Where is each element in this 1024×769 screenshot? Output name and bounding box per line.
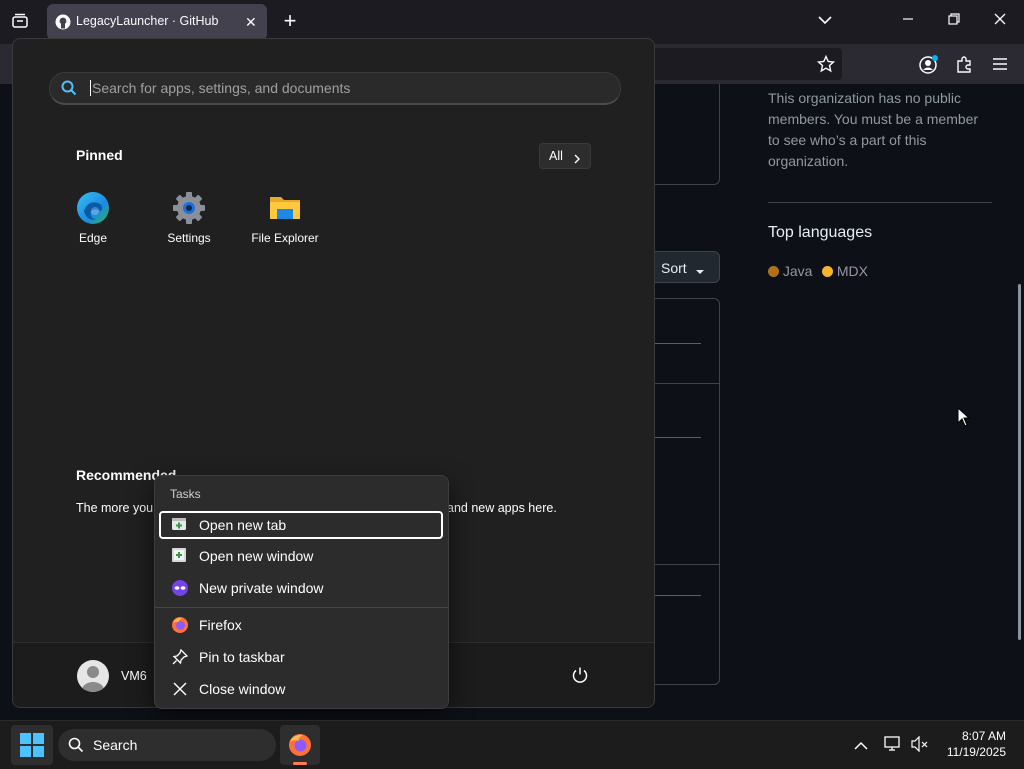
menu-item-label: Close window <box>199 681 286 697</box>
pinned-app-label: File Explorer <box>251 231 319 245</box>
account-icon[interactable] <box>919 55 939 80</box>
clock-time[interactable]: 8:07 AM <box>950 729 1006 743</box>
new-window-icon <box>171 547 189 565</box>
chevron-down-icon[interactable] <box>815 12 835 29</box>
activity-sparkline <box>653 343 701 344</box>
menu-separator <box>155 607 448 608</box>
menu-item-pin-to-taskbar[interactable]: Pin to taskbar <box>159 643 443 671</box>
firefox-icon <box>171 616 189 634</box>
network-icon[interactable] <box>884 736 902 757</box>
menu-item-label: Open new tab <box>199 517 287 533</box>
language-dot-java <box>768 266 779 277</box>
windows-logo-icon <box>20 733 44 762</box>
caret-down-icon <box>695 263 705 281</box>
menu-item-firefox[interactable]: Firefox <box>159 611 443 639</box>
settings-gear-icon <box>172 191 206 225</box>
taskbar-firefox-button[interactable] <box>280 725 320 765</box>
tab-list-icon[interactable] <box>10 12 30 32</box>
pinned-heading: Pinned <box>76 147 123 163</box>
language-dot-mdx <box>822 266 833 277</box>
activity-sparkline <box>653 595 701 596</box>
power-icon[interactable] <box>571 666 589 689</box>
menu-hamburger-icon[interactable] <box>992 57 1008 76</box>
search-icon <box>68 737 84 758</box>
new-tab-icon <box>171 516 189 534</box>
chevron-right-icon <box>573 151 581 169</box>
folder-icon <box>268 191 302 225</box>
language-label-java: Java <box>782 263 813 279</box>
pinned-app-edge[interactable]: Edge <box>48 191 138 245</box>
pin-icon <box>171 648 189 666</box>
tasks-section-label: Tasks <box>170 487 201 501</box>
menu-item-open-new-window[interactable]: Open new window <box>159 542 443 570</box>
user-avatar[interactable] <box>77 660 109 692</box>
extensions-icon[interactable] <box>955 55 973 78</box>
sidebar-divider <box>768 202 992 203</box>
menu-item-close-window[interactable]: Close window <box>159 675 443 703</box>
close-window-button[interactable] <box>990 12 1010 29</box>
all-apps-button[interactable]: All <box>539 143 591 169</box>
recommended-text-left: The more you <box>76 501 154 515</box>
pinned-app-label: Edge <box>78 231 108 245</box>
taskbar-search[interactable]: Search <box>58 729 276 761</box>
user-name[interactable]: VM6 <box>121 669 147 683</box>
page-scrollbar[interactable] <box>1018 284 1021 640</box>
close-icon <box>171 680 189 698</box>
github-favicon-icon <box>55 14 71 35</box>
volume-muted-icon[interactable] <box>911 735 929 757</box>
menu-item-label: Open new window <box>199 548 314 564</box>
top-languages-heading: Top languages <box>768 224 873 241</box>
edge-icon <box>76 191 110 225</box>
menu-item-label: Firefox <box>199 617 242 633</box>
pinned-app-label: Settings <box>167 231 211 245</box>
windows-start-button[interactable] <box>11 725 53 765</box>
search-placeholder: Search for apps, settings, and documents <box>92 80 351 96</box>
menu-item-label: Pin to taskbar <box>199 649 285 665</box>
restore-button[interactable] <box>944 12 964 29</box>
start-search-input[interactable]: Search for apps, settings, and documents <box>49 72 621 105</box>
minimize-button[interactable] <box>898 12 918 29</box>
pinned-app-settings[interactable]: Settings <box>144 191 234 245</box>
members-info-text: This organization has no public members.… <box>768 90 979 169</box>
close-tab-icon[interactable]: ✕ <box>245 14 257 31</box>
pinned-app-file-explorer[interactable]: File Explorer <box>240 191 330 245</box>
language-label-mdx: MDX <box>836 263 869 279</box>
language-java[interactable]: Java <box>768 263 812 279</box>
taskbar-jump-list: Tasks Open new tab Open new window New p… <box>154 475 449 709</box>
search-icon <box>61 80 77 101</box>
tab-title: LegacyLauncher · GitHub <box>76 14 219 28</box>
activity-sparkline <box>653 437 701 438</box>
taskbar-search-label: Search <box>93 737 138 753</box>
sort-label: Sort <box>661 260 687 276</box>
active-app-indicator <box>293 762 307 765</box>
bookmark-star-icon[interactable] <box>816 54 836 78</box>
clock-date[interactable]: 11/19/2025 <box>936 745 1006 759</box>
text-caret <box>90 80 91 96</box>
firefox-icon <box>288 733 312 762</box>
chevron-up-icon[interactable] <box>854 738 868 756</box>
recommended-text-right: and new apps here. <box>447 501 557 515</box>
taskbar: Search 8:07 AM 11/19/2025 <box>0 720 1024 769</box>
menu-item-new-private-window[interactable]: New private window <box>159 574 443 602</box>
menu-item-open-new-tab[interactable]: Open new tab <box>159 511 443 539</box>
all-apps-label: All <box>549 149 563 163</box>
new-tab-button[interactable]: + <box>280 9 300 33</box>
mouse-cursor-icon <box>957 406 971 432</box>
language-mdx[interactable]: MDX <box>822 263 868 279</box>
private-mask-icon <box>171 579 189 597</box>
menu-item-label: New private window <box>199 580 324 596</box>
browser-tab-legacylauncher[interactable]: LegacyLauncher · GitHub ✕ <box>47 4 267 40</box>
